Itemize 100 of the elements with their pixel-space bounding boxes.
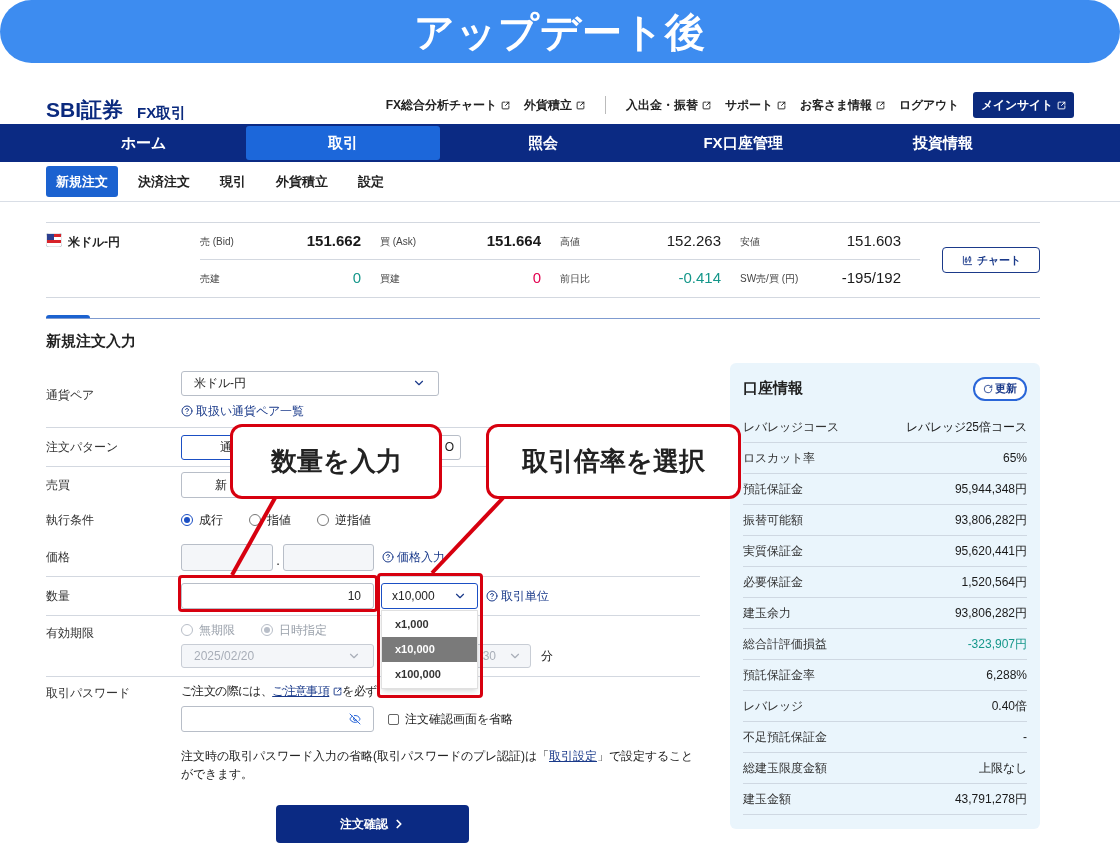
panel-title: 口座情報 [743, 378, 803, 399]
quote-value: 151.603 [846, 230, 901, 251]
brand-logo[interactable]: SBI証券 [46, 99, 123, 120]
nav-tab[interactable]: ホーム [46, 126, 240, 160]
currency-select[interactable]: 米ドル-円 [181, 370, 439, 396]
quote-label: SW売/買 (円) [740, 272, 799, 286]
external-link-icon [702, 100, 711, 110]
account-value: 65% [1002, 450, 1027, 467]
header-link[interactable]: お客さま情報 [800, 96, 885, 114]
minute-unit: 分 [541, 648, 553, 665]
dropdown-option[interactable]: x1,000 [382, 612, 477, 637]
eye-off-icon [349, 713, 361, 725]
help-icon [181, 404, 193, 417]
header-link[interactable]: 外貨積立 [524, 96, 585, 114]
dropdown-option[interactable]: x10,000 [382, 637, 477, 662]
sub-nav-tab[interactable]: 現引 [210, 165, 256, 198]
price-integer-field[interactable] [181, 543, 273, 571]
external-link-icon [333, 687, 343, 697]
quote-value: 0 [352, 268, 361, 289]
header-link[interactable]: ログアウト [899, 96, 959, 114]
caution-link[interactable]: ご注意事項 [272, 684, 343, 698]
field-label: 通貨ペア [46, 387, 95, 404]
nav-tab[interactable]: FX口座管理 [646, 126, 840, 160]
help-icon [486, 590, 498, 602]
main-site-button[interactable]: メインサイト [973, 92, 1074, 118]
account-value: 1,520,564円 [961, 574, 1027, 591]
account-label: 建玉金額 [743, 791, 791, 808]
quote-value: 152.263 [666, 230, 721, 251]
help-link[interactable]: 取引単位 [486, 587, 549, 605]
nav-tab[interactable]: 投資情報 [846, 126, 1040, 160]
account-label: 実質保証金 [743, 543, 803, 560]
note-text: 注文時の取引パスワード入力の省略(取引パスワードのプレ認証)は「取引設定」で設定することができます。 [181, 748, 694, 783]
nav-tab[interactable]: 取引 [246, 126, 440, 160]
sub-nav-tab[interactable]: 設定 [348, 165, 394, 198]
external-link-icon [876, 100, 885, 110]
radio-label: 指値 [267, 512, 291, 529]
field-label: 価格 [46, 549, 71, 566]
external-link-icon [501, 100, 510, 110]
account-label: レバレッジコース [743, 419, 839, 436]
account-label: レバレッジ [743, 698, 803, 715]
quote-label: 買 (Ask) [380, 234, 417, 249]
field-label: 執行条件 [46, 512, 95, 529]
account-label: 総合計評価損益 [743, 636, 827, 653]
external-link-icon [777, 100, 786, 110]
quote-label: 売 (Bid) [200, 234, 234, 249]
account-value: - [1023, 729, 1027, 746]
multiplier-select[interactable]: x10,000 [381, 583, 478, 609]
tab-indicator [46, 315, 90, 318]
quote-label: 高値 [560, 234, 580, 249]
quote-label: 安値 [740, 234, 760, 249]
sub-nav-tab[interactable]: 新規注文 [46, 165, 118, 198]
account-label: 総建玉限度金額 [743, 760, 827, 777]
checkbox[interactable] [388, 713, 399, 725]
quote-label: 前日比 [560, 272, 590, 286]
radio-label: 日時指定 [279, 622, 327, 639]
quantity-field[interactable]: 10 [181, 583, 374, 609]
refresh-icon [983, 383, 993, 394]
account-value: -323,907円 [967, 636, 1027, 653]
radio-label: 無期限 [199, 622, 235, 639]
decimal-point: . [275, 551, 281, 570]
account-value: 0.40倍 [991, 698, 1027, 715]
callout-text: 取引倍率を選択 [522, 445, 705, 478]
chart-button[interactable]: チャート [942, 247, 1040, 273]
field-label: 有効期限 [46, 625, 95, 642]
checkbox-label: 注文確認画面を省略 [405, 711, 513, 728]
refresh-button[interactable]: 更新 [973, 376, 1027, 401]
quote-value: 0 [532, 268, 541, 289]
header-link[interactable]: 入出金・振替 [605, 96, 711, 114]
radio-label: 逆指値 [335, 512, 371, 529]
header-link[interactable]: FX総合分析チャート [385, 96, 510, 114]
confirm-order-button[interactable]: 注文確認 [276, 805, 469, 843]
quote-label: 買建 [380, 272, 400, 286]
account-value: レバレッジ25倍コース [905, 419, 1027, 436]
account-label: 不足預託保証金 [743, 729, 827, 746]
sub-nav-tab[interactable]: 外貨積立 [266, 165, 338, 198]
notice-text: ご注文の際には、ご注意事項 を必ず [181, 684, 378, 698]
radio-label: 成行 [199, 512, 223, 529]
account-label: 預託保証金率 [743, 667, 815, 684]
help-icon [382, 551, 394, 563]
account-value: 93,806,282円 [954, 605, 1027, 622]
candlestick-icon [961, 254, 973, 266]
account-value: 6,288% [986, 667, 1027, 684]
quote-label: 売建 [200, 272, 220, 286]
banner-title: アップデート後 [414, 8, 706, 56]
account-label: 必要保証金 [743, 574, 803, 591]
nav-tab[interactable]: 照会 [446, 126, 640, 160]
account-label: 預託保証金 [743, 481, 803, 498]
field-label: 取引パスワード [46, 685, 131, 702]
trade-settings-link[interactable]: 取引設定 [549, 749, 597, 763]
account-value: 95,620,441円 [954, 543, 1027, 560]
field-label: 数量 [46, 588, 71, 605]
help-link[interactable]: 取扱い通貨ペア一覧 [181, 401, 439, 420]
price-decimal-field[interactable] [283, 543, 374, 571]
quote-value: 151.662 [306, 230, 361, 251]
password-field[interactable] [181, 706, 374, 732]
header-link[interactable]: サポート [725, 96, 786, 114]
account-value: 93,806,282円 [954, 512, 1027, 529]
sub-nav-tab[interactable]: 決済注文 [128, 165, 200, 198]
form-title: 新規注文入力 [46, 330, 136, 351]
quote-value: 151.664 [486, 230, 541, 251]
